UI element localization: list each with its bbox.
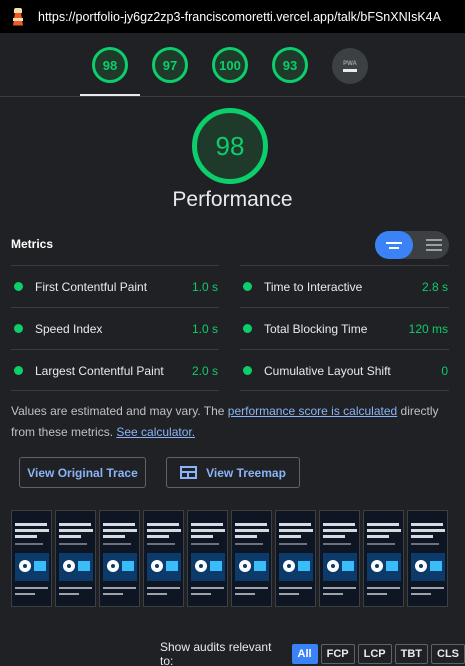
divider [11, 390, 219, 391]
see-calculator-link[interactable]: See calculator. [116, 425, 195, 439]
pwa-label: PWA [343, 60, 357, 67]
filter-chip-fcp[interactable]: FCP [320, 644, 355, 664]
view-treemap-button[interactable]: View Treemap [166, 457, 300, 488]
filmstrip-frame [55, 510, 96, 607]
metrics-view-toggle[interactable] [375, 231, 449, 259]
treemap-icon [180, 466, 198, 479]
metric-label: First Contentful Paint [35, 279, 148, 294]
metric-label: Largest Contentful Paint [35, 363, 164, 378]
gauge-seo[interactable]: 93 [272, 47, 308, 83]
gauge-accessibility[interactable]: 97 [152, 47, 188, 83]
selected-gauge-indicator [80, 94, 140, 96]
filter-chip-cls[interactable]: CLS [431, 644, 465, 664]
category-gauges: 98 97 100 93 PWA [0, 33, 465, 97]
page-url[interactable]: https://portfolio-jy6gz2zp3-franciscomor… [38, 10, 441, 24]
filmstrip-frame [143, 510, 184, 607]
filmstrip-frame [319, 510, 360, 607]
pass-icon [243, 282, 252, 291]
metric-value: 0 [441, 363, 448, 378]
performance-title: Performance [172, 188, 293, 211]
pass-icon [14, 366, 23, 375]
metrics-heading: Metrics [11, 237, 54, 251]
gauge-performance[interactable]: 98 [92, 47, 128, 83]
pwa-na-icon [343, 68, 357, 72]
pass-icon [14, 282, 23, 291]
filmstrip-frame [363, 510, 404, 607]
metric-value: 1.0 s [191, 321, 218, 336]
score-calculated-link[interactable]: performance score is calculated [228, 404, 397, 418]
gauge-pwa[interactable]: PWA [332, 48, 368, 84]
metric-value: 2.0 s [191, 363, 218, 378]
filmstrip-frame [99, 510, 140, 607]
gauge-best-practices[interactable]: 100 [212, 47, 248, 83]
metric-value: 120 ms [408, 321, 448, 336]
metric-cls: Cumulative Layout Shift 0 [240, 349, 449, 391]
metric-label: Total Blocking Time [264, 321, 368, 336]
expanded-view-button[interactable] [419, 231, 449, 259]
divider [240, 390, 449, 391]
button-label: View Original Trace [27, 465, 138, 480]
metrics-note: Values are estimated and may vary. The p… [11, 401, 456, 443]
filter-chip-lcp[interactable]: LCP [357, 644, 392, 664]
note-text: Values are estimated and may vary. The [11, 404, 228, 418]
screenshot-filmstrip [11, 510, 456, 607]
filter-chip-tbt[interactable]: TBT [394, 644, 428, 664]
metric-value: 2.8 s [421, 279, 448, 294]
filmstrip-frame [407, 510, 448, 607]
pass-icon [14, 324, 23, 333]
metric-fcp: First Contentful Paint 1.0 s [11, 265, 219, 307]
metric-label: Speed Index [35, 321, 103, 336]
audits-filter-label: Show audits relevant to: [160, 640, 272, 666]
metric-lcp: Largest Contentful Paint 2.0 s [11, 349, 219, 391]
metric-value: 1.0 s [191, 279, 218, 294]
metric-tbt: Total Blocking Time 120 ms [240, 307, 449, 349]
metric-si: Speed Index 1.0 s [11, 307, 219, 349]
pass-icon [243, 324, 252, 333]
audits-filter: Show audits relevant to: All FCP LCP TBT… [160, 640, 465, 666]
compact-view-button[interactable] [375, 231, 413, 259]
filter-chip-all[interactable]: All [291, 644, 318, 664]
metric-tti: Time to Interactive 2.8 s [240, 265, 449, 307]
filmstrip-frame [11, 510, 52, 607]
metric-label: Time to Interactive [264, 279, 363, 294]
lighthouse-logo-icon [10, 7, 26, 27]
performance-score-gauge: 98 [192, 108, 268, 184]
view-original-trace-button[interactable]: View Original Trace [19, 457, 146, 488]
filmstrip-frame [275, 510, 316, 607]
filmstrip-frame [187, 510, 228, 607]
pass-icon [243, 366, 252, 375]
button-label: View Treemap [206, 465, 286, 480]
filmstrip-frame [231, 510, 272, 607]
address-bar: https://portfolio-jy6gz2zp3-franciscomor… [0, 0, 465, 33]
metric-label: Cumulative Layout Shift [264, 363, 391, 378]
